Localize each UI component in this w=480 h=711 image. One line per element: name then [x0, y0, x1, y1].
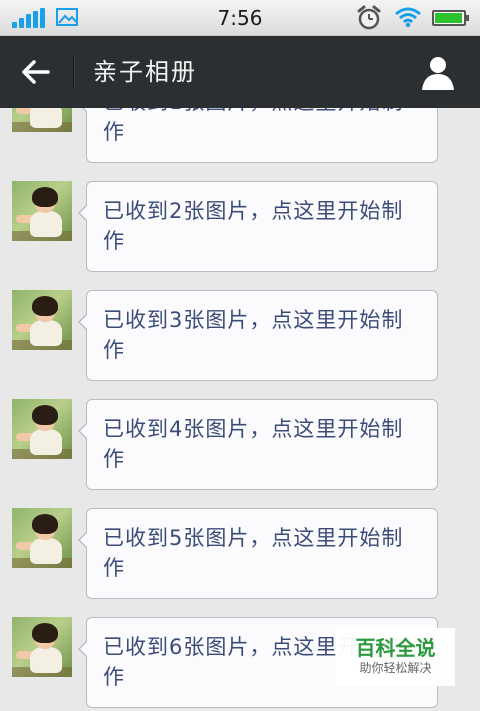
sender-avatar[interactable]	[12, 399, 72, 459]
message-text: 已收到3张图片，点这里开始制作	[103, 308, 404, 362]
message-row: 已收到1张图片，点这里开始制作	[0, 108, 480, 181]
message-row: 已收到2张图片，点这里开始制作	[0, 181, 480, 290]
message-text: 已收到2张图片，点这里开始制作	[103, 199, 404, 253]
sender-avatar[interactable]	[12, 290, 72, 350]
sender-avatar[interactable]	[12, 108, 72, 132]
message-text: 已收到4张图片，点这里开始制作	[103, 417, 404, 471]
message-text: 已收到5张图片，点这里开始制作	[103, 526, 404, 580]
message-bubble[interactable]: 已收到1张图片，点这里开始制作	[78, 108, 438, 163]
watermark-logo: 百科全说 助你轻松解决	[336, 628, 455, 686]
title-divider	[73, 54, 75, 90]
profile-button[interactable]	[416, 52, 460, 92]
message-row: 已收到3张图片，点这里开始制作	[0, 290, 480, 399]
message-bubble[interactable]: 已收到2张图片，点这里开始制作	[78, 181, 438, 272]
message-list: 已收到1张图片，点这里开始制作已收到2张图片，点这里开始制作已收到3张图片，点这…	[0, 108, 480, 711]
chat-area[interactable]: 已收到1张图片，点这里开始制作已收到2张图片，点这里开始制作已收到3张图片，点这…	[0, 108, 480, 711]
watermark-title: 百科全说	[355, 636, 436, 660]
battery-icon	[432, 10, 469, 26]
battery-level	[435, 13, 462, 23]
sender-avatar[interactable]	[12, 617, 72, 677]
status-bar: 7:56	[0, 0, 480, 36]
wifi-icon	[395, 7, 421, 28]
back-button[interactable]	[14, 50, 60, 94]
person-icon	[422, 57, 454, 90]
alarm-icon	[357, 5, 381, 30]
page-title: 亲子相册	[93, 58, 197, 86]
watermark-subtitle: 助你轻松解决	[359, 661, 432, 675]
sender-avatar[interactable]	[12, 508, 72, 568]
message-text: 已收到1张图片，点这里开始制作	[103, 108, 402, 144]
title-bar: 亲子相册	[0, 36, 480, 108]
message-bubble[interactable]: 已收到5张图片，点这里开始制作	[78, 508, 438, 599]
message-row: 已收到4张图片，点这里开始制作	[0, 399, 480, 508]
message-bubble[interactable]: 已收到3张图片，点这里开始制作	[78, 290, 438, 381]
sender-avatar[interactable]	[12, 181, 72, 241]
back-arrow-icon	[22, 60, 50, 84]
message-row: 已收到5张图片，点这里开始制作	[0, 508, 480, 617]
message-bubble[interactable]: 已收到4张图片，点这里开始制作	[78, 399, 438, 490]
